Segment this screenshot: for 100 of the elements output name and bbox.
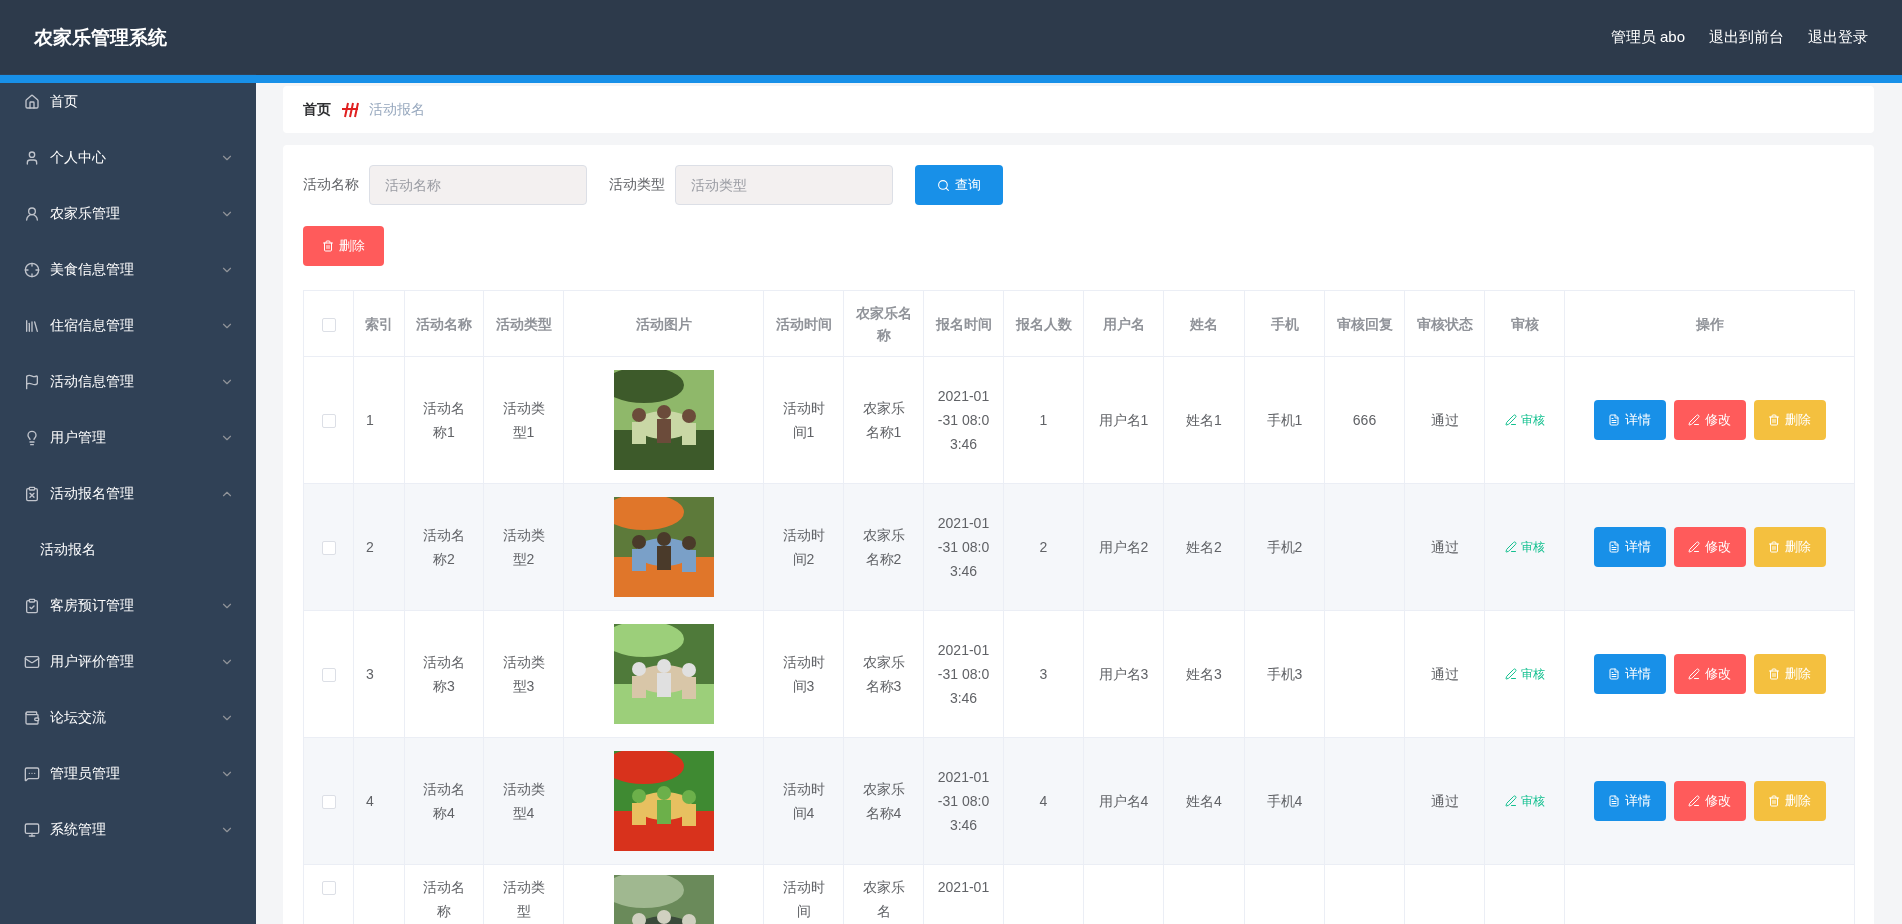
pen-icon [1504, 540, 1517, 553]
table-cell-text: 通过 [1430, 411, 1459, 430]
table-cell-text: 用户名4 [1098, 792, 1149, 811]
audit-link[interactable]: 审核 [1504, 788, 1545, 813]
search-field[interactable]: 活动类型 [675, 165, 893, 205]
details-button[interactable]: 详情 [1593, 654, 1666, 694]
field-label: 活动名称 [303, 176, 359, 194]
edit-button[interactable]: 修改 [1673, 781, 1746, 821]
table-cell-text: 1 [1039, 411, 1048, 430]
table-cell-text: 活动类型2 [501, 526, 546, 569]
table-cell-text: 活动时间1 [781, 399, 826, 442]
audit-link[interactable]: 审核 [1504, 534, 1545, 559]
table-cell-text: 手机1 [1266, 411, 1303, 430]
sidebar-item[interactable]: 客房预订管理 [0, 578, 256, 634]
table-cell-text: 用户名3 [1098, 665, 1149, 684]
header-link[interactable]: 退出登录 [1808, 28, 1868, 47]
checkbox[interactable] [321, 317, 336, 332]
sidebar-item[interactable]: 个人中心 [0, 130, 256, 186]
sidebar-item[interactable]: 用户评价管理 [0, 634, 256, 690]
search-button[interactable]: 查询 [915, 165, 1003, 205]
table-cell-text: 手机4 [1266, 792, 1303, 811]
table-cell-text: 1 [366, 411, 374, 430]
menu-item-icon [24, 150, 40, 166]
table-cell-text: 手机2 [1266, 538, 1303, 557]
trash-icon [1768, 414, 1780, 426]
document-icon [1608, 795, 1620, 807]
column-header: 报名人数 [1003, 290, 1084, 357]
table-cell-text: 4 [1039, 792, 1048, 811]
table-cell-text: 3 [366, 665, 374, 684]
pen-icon [1504, 667, 1517, 680]
edit-button[interactable]: 修改 [1673, 400, 1746, 440]
menu-item-icon [24, 710, 40, 726]
pen-icon [1688, 668, 1700, 680]
table-cell-text: 活动时间4 [781, 780, 826, 823]
trash-icon [322, 240, 334, 252]
menu-item-icon [24, 318, 40, 334]
sidebar-item[interactable]: 活动信息管理 [0, 354, 256, 410]
table-cell-text: 活动名称4 [422, 780, 466, 823]
sidebar-item[interactable]: 系统管理 [0, 802, 256, 858]
audit-link[interactable]: 审核 [1504, 661, 1545, 686]
column-header: 农家乐名称 [843, 290, 924, 357]
table-cell-text: 2021-01-31 08:03:46 [936, 514, 991, 581]
edit-button[interactable]: 修改 [1673, 654, 1746, 694]
sidebar-item[interactable]: 农家乐管理 [0, 186, 256, 242]
sidebar-item[interactable]: 管理员管理 [0, 746, 256, 802]
checkbox[interactable] [321, 541, 336, 556]
column-header: 索引 [353, 290, 405, 357]
table-cell-text: 姓名2 [1186, 538, 1222, 557]
sidebar-item[interactable]: 住宿信息管理 [0, 298, 256, 354]
table-cell-text: 姓名1 [1186, 411, 1222, 430]
table-cell-text: 农家乐名称2 [861, 526, 906, 569]
sidebar-item[interactable]: 用户管理 [0, 410, 256, 466]
table-cell-text: 3 [1039, 665, 1048, 684]
table-cell-text: 活动时间 [781, 878, 826, 921]
edit-button[interactable]: 修改 [1673, 527, 1746, 567]
column-header: 报名时间 [923, 290, 1004, 357]
menu-item-icon [24, 822, 40, 838]
header-link[interactable]: 退出到前台 [1709, 28, 1784, 47]
pen-icon [1688, 795, 1700, 807]
table-cell-text: 活动名称1 [422, 399, 466, 442]
column-header: 审核回复 [1324, 290, 1405, 357]
sidebar-item[interactable]: 首页 [0, 74, 256, 130]
table-cell-text: 4 [366, 792, 374, 811]
menu-item-icon [24, 486, 40, 502]
menu-item-icon [24, 262, 40, 278]
sidebar-item[interactable]: 美食信息管理 [0, 242, 256, 298]
column-header: 审核 [1484, 290, 1565, 357]
table-cell-text: 活动名称3 [422, 653, 466, 696]
table-cell-text: 农家乐名称1 [861, 399, 906, 442]
table-cell-text: 活动类型4 [501, 780, 546, 823]
column-header: 活动名称 [404, 290, 484, 357]
column-header: 用户名 [1083, 290, 1164, 357]
table-cell-text: 2 [366, 538, 374, 557]
audit-link[interactable]: 审核 [1504, 407, 1545, 432]
details-button[interactable]: 详情 [1593, 527, 1666, 567]
checkbox[interactable] [321, 414, 336, 429]
checkbox[interactable] [321, 795, 336, 810]
checkbox[interactable] [321, 881, 336, 896]
sidebar-item[interactable]: 活动报名管理 [0, 466, 256, 522]
breadcrumb-current: 活动报名 [369, 100, 425, 119]
column-header: 姓名 [1163, 290, 1245, 357]
table-cell-text: 姓名3 [1186, 665, 1222, 684]
trash-icon [1768, 541, 1780, 553]
column-header: 活动图片 [563, 290, 764, 357]
checkbox[interactable] [321, 668, 336, 683]
document-icon [1608, 541, 1620, 553]
table-cell-text: 活动时间3 [781, 653, 826, 696]
details-button[interactable]: 详情 [1593, 400, 1666, 440]
details-button[interactable]: 详情 [1593, 781, 1666, 821]
pen-icon [1504, 794, 1517, 807]
delete-button[interactable]: 删除 [303, 226, 384, 266]
sidebar-item[interactable]: 论坛交流 [0, 690, 256, 746]
table-cell-text: 农家乐名称4 [861, 780, 906, 823]
table-cell-text: 活动类型3 [501, 653, 546, 696]
breadcrumb-link[interactable]: 首页 [303, 100, 331, 119]
menu-item-icon [24, 206, 40, 222]
search-field[interactable]: 活动名称 [369, 165, 587, 205]
table-cell-text: 通过 [1430, 665, 1459, 684]
pen-icon [1688, 541, 1700, 553]
sidebar-subitem[interactable]: 活动报名 [0, 522, 256, 578]
